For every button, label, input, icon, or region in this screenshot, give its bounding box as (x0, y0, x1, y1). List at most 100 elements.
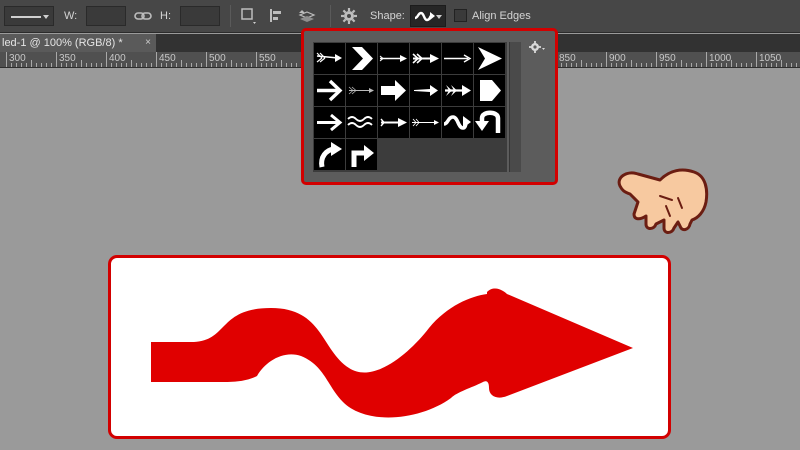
align-edges-checkbox[interactable] (454, 9, 467, 22)
ruler-tick (241, 63, 242, 67)
ruler-tick (51, 63, 52, 67)
ruler-tick (636, 63, 637, 67)
ruler-tick (36, 63, 37, 67)
shape-picker-button[interactable] (410, 5, 446, 27)
ruler-tick (126, 63, 127, 67)
ruler-tick (741, 63, 742, 67)
path-alignment-icon[interactable] (268, 7, 286, 25)
ruler-tick (231, 60, 232, 67)
ruler-tick (756, 52, 757, 67)
ruler-tick (136, 63, 137, 67)
ruler-tick (236, 63, 237, 67)
ruler-label: 450 (159, 53, 176, 64)
wavy-arrow-icon (414, 11, 435, 22)
ruler-tick (791, 63, 792, 67)
ruler-tick (46, 63, 47, 67)
ruler-tick (601, 63, 602, 67)
ruler-tick (86, 63, 87, 67)
ruler-tick (796, 63, 797, 67)
pointing-hand-icon (617, 168, 709, 234)
ruler-label: 950 (659, 53, 676, 64)
wavy-arrow-shape (151, 288, 633, 418)
ruler-tick (206, 52, 207, 67)
ruler-label: 900 (609, 53, 626, 64)
ruler-tick (596, 63, 597, 67)
ruler-tick (296, 63, 297, 67)
ruler-tick (686, 63, 687, 67)
ruler-tick (281, 60, 282, 67)
stroke-line-preview (11, 16, 41, 18)
ruler-label: 1050 (759, 53, 782, 64)
ruler-tick (696, 63, 697, 67)
ruler-tick (56, 52, 57, 67)
document-tab[interactable]: led-1 @ 100% (RGB/8) * × (0, 34, 156, 52)
divider (230, 5, 231, 27)
ruler-tick (31, 60, 32, 67)
ruler-tick (101, 63, 102, 67)
ruler-tick (226, 63, 227, 67)
height-label: H: (160, 10, 171, 22)
ruler-tick (576, 63, 577, 67)
ruler-label: 1000 (709, 53, 732, 64)
ruler-tick (586, 63, 587, 67)
ruler-tick (91, 63, 92, 67)
ruler-label: 350 (59, 53, 76, 64)
ruler-tick (691, 63, 692, 67)
ruler-tick (746, 63, 747, 67)
align-edges-label: Align Edges (472, 10, 531, 22)
ruler-label: 850 (559, 53, 576, 64)
link-icon[interactable] (134, 7, 152, 25)
ruler-tick (181, 60, 182, 67)
ruler-tick (681, 60, 682, 67)
chevron-down-icon (436, 15, 442, 19)
ruler-tick (676, 63, 677, 67)
ruler-tick (141, 63, 142, 67)
width-label: W: (64, 10, 78, 22)
width-field[interactable] (86, 6, 126, 26)
ruler-tick (591, 63, 592, 67)
ruler-tick (736, 63, 737, 67)
result-preview-box (108, 255, 671, 439)
ruler-tick (251, 63, 252, 67)
ruler-label: 550 (259, 53, 276, 64)
ruler-label: 300 (9, 53, 26, 64)
ruler-tick (646, 63, 647, 67)
gear-icon[interactable] (340, 7, 358, 25)
ruler-tick (246, 63, 247, 67)
path-arrangement-icon[interactable] (298, 7, 316, 25)
path-operations-icon[interactable] (240, 7, 258, 25)
ruler-tick (276, 63, 277, 67)
ruler-tick (701, 63, 702, 67)
ruler-tick (146, 63, 147, 67)
ruler-tick (186, 63, 187, 67)
ruler-tick (651, 63, 652, 67)
ruler-tick (106, 52, 107, 67)
ruler-tick (176, 63, 177, 67)
ruler-tick (286, 63, 287, 67)
ruler-tick (41, 63, 42, 67)
ruler-tick (706, 52, 707, 67)
ruler-tick (196, 63, 197, 67)
ruler-tick (76, 63, 77, 67)
height-field[interactable] (180, 6, 220, 26)
divider (330, 5, 331, 27)
panel-highlight-frame (301, 28, 558, 185)
ruler-tick (291, 63, 292, 67)
ruler-tick (81, 60, 82, 67)
close-icon[interactable]: × (145, 34, 151, 52)
ruler-tick (626, 63, 627, 67)
ruler-tick (631, 60, 632, 67)
ruler-tick (641, 63, 642, 67)
ruler-tick (26, 63, 27, 67)
ruler-tick (201, 63, 202, 67)
ruler-tick (656, 52, 657, 67)
ruler-tick (96, 63, 97, 67)
ruler-label: 500 (209, 53, 226, 64)
stroke-type-dropdown[interactable] (4, 6, 54, 26)
ruler-tick (6, 52, 7, 67)
ruler-tick (131, 60, 132, 67)
chevron-down-icon (43, 15, 49, 19)
document-tab-title: led-1 @ 100% (RGB/8) * (2, 37, 123, 49)
ruler-tick (156, 52, 157, 67)
ruler-tick (256, 52, 257, 67)
